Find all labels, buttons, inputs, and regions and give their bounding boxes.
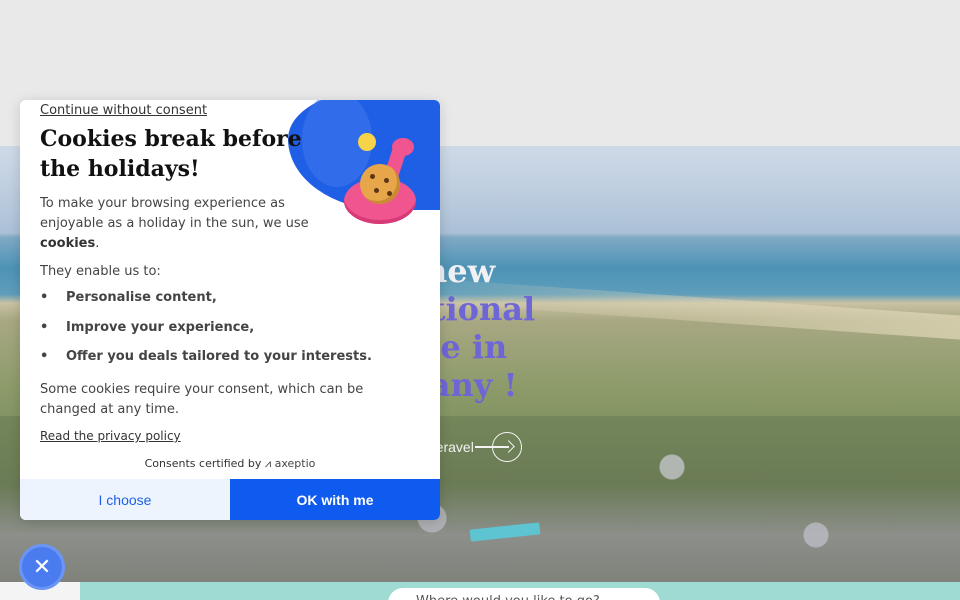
list-item: • Improve your experience, [40, 320, 372, 350]
list-item: • Personalise content, [40, 290, 372, 320]
axeptio-logo-icon: ⩘ [264, 457, 275, 470]
destination-search-input[interactable]: Where would you like to go? [388, 588, 660, 600]
consent-note: Some cookies require your consent, which… [40, 382, 364, 417]
certified-brand: axeptio [274, 457, 316, 470]
sun-icon [358, 133, 376, 151]
list-item-label: Personalise content, [66, 290, 217, 305]
cookie-benefits-list: • Personalise content, • Improve your expe… [40, 290, 372, 379]
cookie-intro-text: To make your browsing experience as enjo… [40, 196, 309, 231]
close-icon: ✕ [32, 554, 52, 580]
privacy-policy-link[interactable]: Read the privacy policy [40, 429, 181, 443]
cookie-consent-modal: Continue without consent Cookies break b… [20, 100, 440, 520]
cookie-intro-bold: cookies [40, 236, 96, 251]
certified-by: Consents certified by ⩘ axeptio [20, 457, 440, 471]
continue-without-consent-link[interactable]: Continue without consent [40, 103, 207, 118]
cookie-intro: To make your browsing experience as enjo… [40, 194, 330, 254]
close-consent-button[interactable]: ✕ [19, 544, 65, 590]
choose-button[interactable]: I choose [20, 479, 230, 520]
cookie-modal-title: Cookies break before the holidays! [40, 126, 302, 182]
flamingo-head [392, 138, 414, 156]
certified-label: Consents certified by [144, 457, 262, 470]
accept-button[interactable]: OK with me [230, 479, 440, 520]
list-item-label: Offer you deals tailored to your interes… [66, 349, 372, 364]
cookie-enable-text: They enable us to: [40, 264, 161, 279]
cookie-icon [360, 164, 400, 204]
list-item-label: Improve your experience, [66, 319, 255, 335]
arrow-right-icon [474, 432, 522, 462]
cookie-intro-end: . [95, 236, 100, 251]
list-item: • Offer you deals tailored to your intere… [40, 349, 372, 379]
